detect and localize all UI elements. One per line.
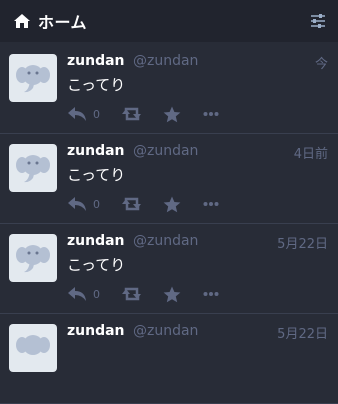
column-header: ホーム: [0, 0, 338, 42]
ellipsis-icon: [203, 202, 219, 206]
status-item[interactable]: zundan @zundan 5月22日: [0, 314, 338, 404]
account-handle[interactable]: @zundan: [133, 323, 198, 339]
more-button[interactable]: [203, 201, 219, 207]
more-button[interactable]: [203, 111, 219, 117]
reply-button[interactable]: 0: [67, 106, 117, 122]
status-timestamp[interactable]: 5月22日: [277, 233, 328, 252]
status-timestamp[interactable]: 今: [315, 53, 328, 72]
display-name[interactable]: zundan: [67, 143, 125, 159]
status-item[interactable]: zundan @zundan 今 こってり 0: [0, 44, 338, 134]
reply-button[interactable]: 0: [67, 196, 117, 212]
reply-button[interactable]: 0: [67, 286, 117, 302]
status-timestamp[interactable]: 4日前: [294, 143, 328, 162]
favourite-button[interactable]: [163, 286, 181, 303]
reply-icon: [68, 287, 86, 301]
display-name[interactable]: zundan: [67, 53, 125, 69]
status-content: こってり: [67, 166, 126, 184]
more-button[interactable]: [203, 291, 219, 297]
star-icon: [163, 106, 181, 122]
ellipsis-icon: [203, 112, 219, 116]
elephant-icon: [16, 155, 50, 183]
avatar[interactable]: [9, 54, 57, 102]
elephant-icon: [16, 245, 50, 273]
favourite-button[interactable]: [163, 106, 181, 123]
boost-icon: [122, 107, 141, 121]
home-icon: [14, 14, 30, 28]
status-action-bar: 0: [67, 194, 219, 214]
display-name[interactable]: zundan: [67, 233, 125, 249]
account-handle[interactable]: @zundan: [133, 143, 198, 159]
boost-icon: [122, 287, 141, 301]
avatar[interactable]: [9, 144, 57, 192]
status-content: こってり: [67, 76, 126, 94]
favourite-button[interactable]: [163, 196, 181, 213]
status-content: こってり: [67, 256, 126, 274]
reply-count: 0: [93, 287, 100, 301]
avatar[interactable]: [9, 234, 57, 282]
star-icon: [163, 196, 181, 212]
sliders-icon: [311, 14, 325, 28]
status-timestamp[interactable]: 5月22日: [277, 323, 328, 342]
status-item[interactable]: zundan @zundan 5月22日 こってり 0: [0, 224, 338, 314]
boost-button[interactable]: [121, 286, 143, 302]
star-icon: [163, 286, 181, 302]
elephant-icon: [16, 65, 50, 93]
boost-button[interactable]: [121, 196, 143, 212]
elephant-icon: [16, 335, 50, 355]
status-header: zundan @zundan: [67, 143, 198, 159]
account-handle[interactable]: @zundan: [133, 233, 198, 249]
status-action-bar: 0: [67, 284, 219, 304]
ellipsis-icon: [203, 292, 219, 296]
account-handle[interactable]: @zundan: [133, 53, 198, 69]
reply-icon: [68, 197, 86, 211]
display-name[interactable]: zundan: [67, 323, 125, 339]
status-item[interactable]: zundan @zundan 4日前 こってり 0: [0, 134, 338, 224]
reply-count: 0: [93, 107, 100, 121]
avatar[interactable]: [9, 324, 57, 372]
reply-icon: [68, 107, 86, 121]
status-header: zundan @zundan: [67, 323, 198, 339]
status-list: zundan @zundan 今 こってり 0 zundan @zundan 4…: [0, 44, 338, 404]
boost-button[interactable]: [121, 106, 143, 122]
reply-count: 0: [93, 197, 100, 211]
status-header: zundan @zundan: [67, 53, 198, 69]
column-settings-button[interactable]: [308, 11, 328, 31]
column-title: ホーム: [38, 13, 88, 32]
status-header: zundan @zundan: [67, 233, 198, 249]
status-action-bar: 0: [67, 104, 219, 124]
boost-icon: [122, 197, 141, 211]
